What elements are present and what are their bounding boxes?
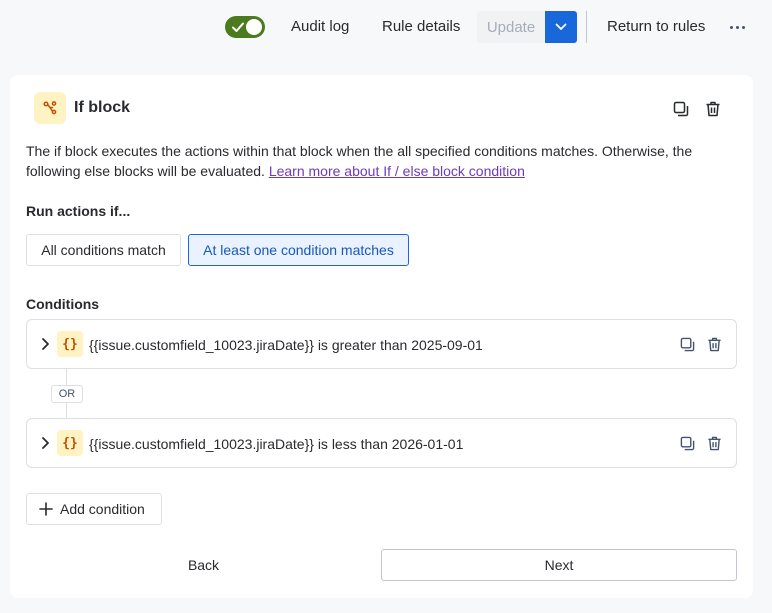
- back-button[interactable]: Back: [26, 549, 381, 581]
- delete-condition-icon[interactable]: [705, 434, 723, 452]
- condition-row[interactable]: {} {{issue.customfield_10023.jiraDate}} …: [26, 418, 737, 468]
- duplicate-condition-icon[interactable]: [678, 335, 696, 353]
- or-operator-badge: OR: [51, 385, 83, 403]
- connector-line: [66, 403, 67, 418]
- conditions-label: Conditions: [26, 296, 100, 312]
- top-bar: Audit log Rule details Update Return to …: [0, 0, 772, 54]
- if-block-card: If block The if block executes the actio…: [10, 75, 753, 598]
- check-icon: [232, 22, 244, 32]
- add-condition-label: Add condition: [60, 501, 145, 517]
- condition-text: {{issue.customfield_10023.jiraDate}} is …: [89, 337, 483, 353]
- block-description: The if block executes the actions within…: [26, 141, 716, 181]
- update-button[interactable]: Update: [477, 11, 545, 43]
- connector-line: [66, 369, 67, 385]
- rule-enabled-toggle[interactable]: [225, 16, 265, 38]
- duplicate-block-icon[interactable]: [671, 99, 691, 119]
- duplicate-condition-icon[interactable]: [678, 434, 696, 452]
- update-dropdown-button[interactable]: [545, 11, 577, 43]
- return-to-rules-button[interactable]: Return to rules: [607, 18, 705, 35]
- audit-log-button[interactable]: Audit log: [291, 18, 349, 35]
- condition-row[interactable]: {} {{issue.customfield_10023.jiraDate}} …: [26, 319, 737, 369]
- more-options-icon[interactable]: [722, 14, 752, 40]
- chevron-right-icon[interactable]: [39, 337, 51, 351]
- run-actions-label: Run actions if...: [26, 203, 131, 219]
- block-title: If block: [74, 99, 131, 116]
- condition-text: {{issue.customfield_10023.jiraDate}} is …: [89, 436, 464, 452]
- toolbar-divider: [586, 11, 587, 43]
- toggle-knob: [246, 19, 262, 35]
- rule-details-button[interactable]: Rule details: [382, 18, 460, 35]
- all-conditions-match-option[interactable]: All conditions match: [26, 234, 181, 266]
- at-least-one-condition-option[interactable]: At least one condition matches: [188, 234, 409, 266]
- smart-value-icon: {}: [57, 331, 83, 357]
- branch-icon: [34, 92, 66, 124]
- chevron-right-icon[interactable]: [39, 436, 51, 450]
- learn-more-link[interactable]: Learn more about If / else block conditi…: [269, 163, 525, 179]
- next-button[interactable]: Next: [381, 549, 737, 581]
- chevron-down-icon: [555, 23, 567, 30]
- plus-icon: [39, 502, 53, 516]
- smart-value-icon: {}: [57, 430, 83, 456]
- delete-condition-icon[interactable]: [705, 335, 723, 353]
- add-condition-button[interactable]: Add condition: [26, 493, 162, 525]
- delete-block-icon[interactable]: [703, 99, 723, 119]
